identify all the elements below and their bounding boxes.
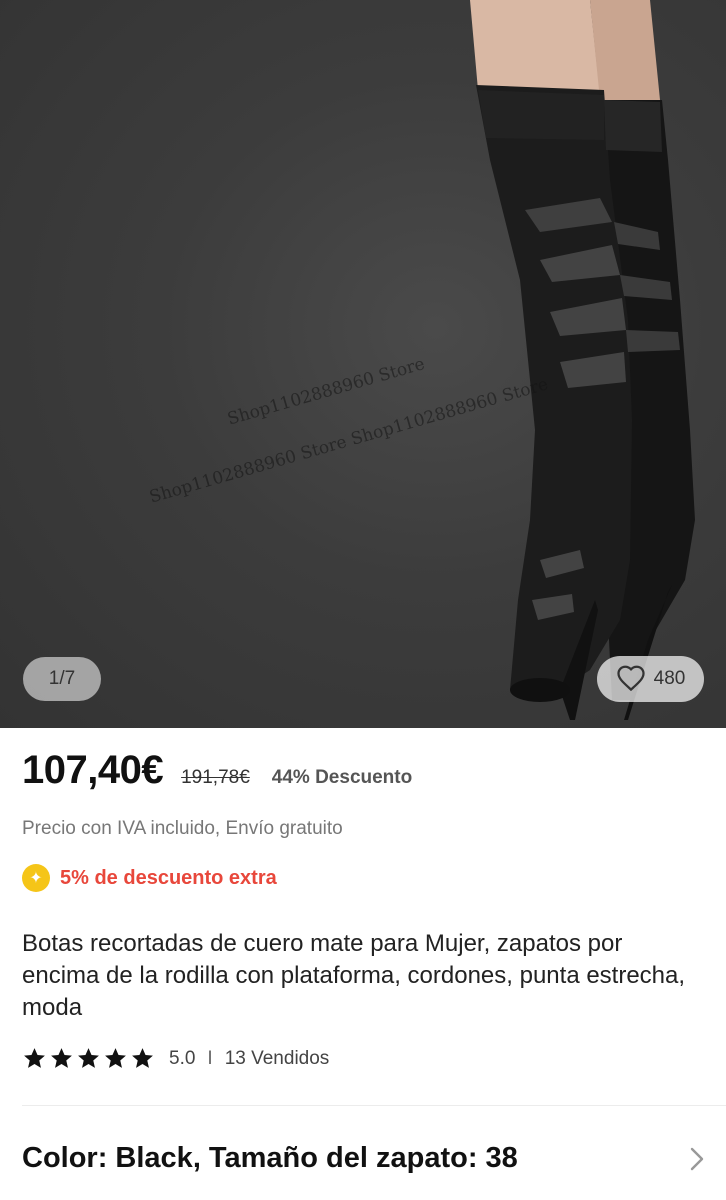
chevron-right-icon (690, 1147, 704, 1170)
sold-count: 13 Vendidos (224, 1047, 330, 1069)
star-icon (78, 1048, 99, 1068)
star-rating (22, 1046, 155, 1071)
separator: I (207, 1047, 213, 1069)
heart-icon (617, 665, 645, 692)
product-photo-boots (470, 0, 695, 720)
product-image-gallery[interactable]: Shop1102888960 Store Shop1102888960 Stor… (0, 0, 726, 728)
star-icon (24, 1048, 45, 1068)
extra-discount-text: 5% de descuento extra (60, 866, 277, 889)
price-row: 107,40€ 191,78€ 44% Descuento (22, 748, 412, 793)
wishlist-count: 480 (653, 668, 686, 689)
sparkle-coin-icon: ✦ (22, 864, 50, 892)
variant-label: Color: Black, Tamaño del zapato: 38 (22, 1142, 518, 1174)
variant-selector[interactable]: Color: Black, Tamaño del zapato: 38 (22, 1142, 706, 1175)
rating-row[interactable]: 5.0 I 13 Vendidos (22, 1046, 329, 1071)
rating-value: 5.0 (169, 1047, 196, 1069)
star-icon (51, 1048, 72, 1068)
product-title: Botas recortadas de cuero mate para Muje… (22, 930, 686, 1021)
original-price: 191,78€ (181, 767, 250, 788)
star-icon (132, 1048, 153, 1068)
tax-shipping-note: Precio con IVA incluido, Envío gratuito (22, 818, 343, 839)
current-price: 107,40€ (22, 748, 164, 792)
extra-discount-badge[interactable]: ✦ 5% de descuento extra (22, 864, 277, 892)
discount-percent: 44% Descuento (271, 767, 413, 788)
divider (22, 1105, 726, 1106)
wishlist-button[interactable]: 480 (597, 656, 704, 702)
image-page-counter: 1/7 (23, 657, 101, 701)
star-icon (105, 1048, 126, 1068)
